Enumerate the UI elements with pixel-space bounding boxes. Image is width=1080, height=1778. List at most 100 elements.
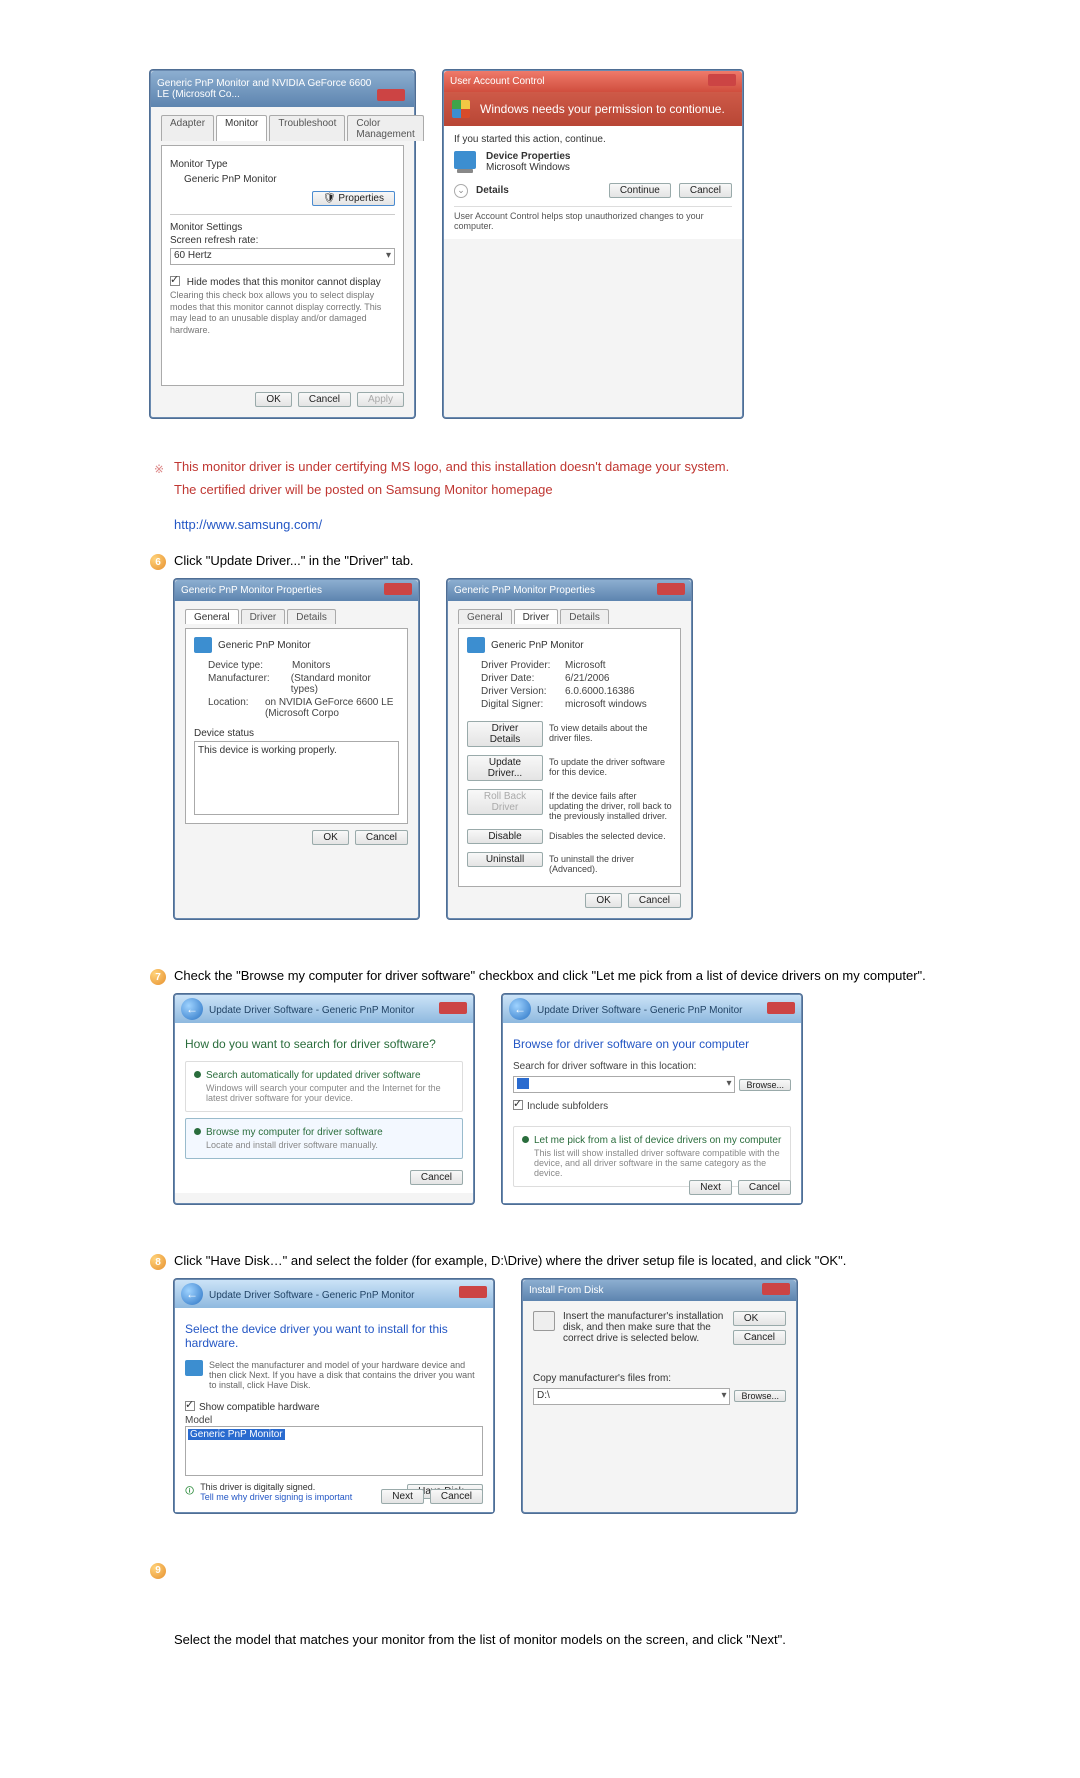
- browse-button[interactable]: Browse...: [739, 1079, 791, 1091]
- step-8-text: Click "Have Disk…" and select the folder…: [174, 1252, 940, 1271]
- search-location-label: Search for driver software in this locat…: [513, 1061, 791, 1072]
- signed-icon: 🛈: [185, 1484, 194, 1500]
- cancel-button[interactable]: Cancel: [738, 1180, 791, 1195]
- close-icon[interactable]: [657, 583, 685, 595]
- back-icon[interactable]: ←: [181, 998, 203, 1020]
- monitor-settings-label: Monitor Settings: [170, 221, 395, 233]
- radio-icon: [194, 1071, 201, 1078]
- top-screenshot-row: Generic PnP Monitor and NVIDIA GeForce 6…: [150, 70, 940, 418]
- titlebar: Generic PnP Monitor and NVIDIA GeForce 6…: [151, 71, 414, 107]
- uac-app-name: Device Properties: [486, 151, 571, 162]
- signed-text: This driver is digitally signed.: [200, 1482, 315, 1492]
- tab-monitor[interactable]: Monitor: [216, 115, 267, 141]
- model-col-header: Model: [185, 1415, 483, 1426]
- tab-driver[interactable]: Driver: [514, 609, 559, 624]
- breadcrumb: Update Driver Software - Generic PnP Mon…: [209, 1005, 414, 1016]
- window-title: Generic PnP Monitor Properties: [181, 585, 322, 596]
- wizard-sub: Select the manufacturer and model of you…: [209, 1360, 483, 1390]
- properties-button[interactable]: 🛡 Properties: [312, 191, 395, 206]
- monitor-icon: [467, 637, 485, 653]
- tab-details[interactable]: Details: [560, 609, 609, 624]
- window-controls: [708, 74, 736, 89]
- model-list[interactable]: Generic PnP Monitor: [185, 1426, 483, 1476]
- step-9-text: Select the model that matches your monit…: [174, 1631, 940, 1650]
- include-subfolders-checkbox[interactable]: [513, 1100, 523, 1110]
- chevron-down-icon[interactable]: ⌄: [454, 184, 468, 198]
- step-7-text: Check the "Browse my computer for driver…: [174, 967, 940, 986]
- ok-button[interactable]: OK: [255, 392, 291, 407]
- ok-button[interactable]: OK: [733, 1311, 786, 1326]
- rollback-driver-button[interactable]: Roll Back Driver: [467, 789, 543, 815]
- tab-general[interactable]: General: [458, 609, 512, 624]
- tab-driver[interactable]: Driver: [241, 609, 286, 624]
- browse-button[interactable]: Browse...: [734, 1390, 786, 1402]
- step-marker-7: 7: [150, 969, 166, 985]
- monitor-icon: [194, 637, 212, 653]
- tab-general[interactable]: General: [185, 609, 239, 624]
- cancel-button[interactable]: Cancel: [298, 392, 351, 407]
- cancel-button[interactable]: Cancel: [430, 1489, 483, 1504]
- uac-footer: User Account Control helps stop unauthor…: [454, 206, 732, 231]
- monitor-type-value: Generic PnP Monitor: [170, 172, 395, 191]
- tab-troubleshoot[interactable]: Troubleshoot: [269, 115, 345, 141]
- step-7: 7 Check the "Browse my computer for driv…: [150, 967, 940, 1204]
- close-icon[interactable]: [439, 1002, 467, 1014]
- driver-details-button[interactable]: Driver Details: [467, 721, 543, 747]
- wizard-select-model: ← Update Driver Software - Generic PnP Mo…: [174, 1279, 494, 1513]
- option-search-auto[interactable]: Search automatically for updated driver …: [185, 1061, 463, 1112]
- hide-modes-checkbox[interactable]: [170, 276, 180, 286]
- close-icon[interactable]: [459, 1286, 487, 1298]
- back-icon[interactable]: ←: [181, 1283, 203, 1305]
- cancel-button[interactable]: Cancel: [679, 183, 732, 198]
- drive-path-input[interactable]: D:\: [533, 1388, 730, 1405]
- window-title: User Account Control: [450, 76, 545, 87]
- cancel-button[interactable]: Cancel: [355, 830, 408, 845]
- close-icon[interactable]: [762, 1283, 790, 1295]
- option-pick-from-list[interactable]: Let me pick from a list of device driver…: [513, 1126, 791, 1187]
- certification-note: ※ This monitor driver is under certifyin…: [150, 458, 940, 533]
- tab-color[interactable]: Color Management: [347, 115, 423, 141]
- next-button[interactable]: Next: [689, 1180, 732, 1195]
- step-marker-9: 9: [150, 1563, 166, 1579]
- samsung-link[interactable]: http://www.samsung.com/: [174, 517, 322, 532]
- path-input[interactable]: [513, 1076, 735, 1093]
- uac-publisher: Microsoft Windows: [486, 162, 571, 173]
- uninstall-button[interactable]: Uninstall: [467, 852, 543, 867]
- close-icon[interactable]: [384, 583, 412, 595]
- step-marker-8: 8: [150, 1254, 166, 1270]
- close-icon[interactable]: [708, 74, 736, 86]
- ok-button[interactable]: OK: [312, 830, 348, 845]
- window-title: Install From Disk: [529, 1285, 603, 1296]
- radio-icon: [194, 1128, 201, 1135]
- refresh-rate-select[interactable]: 60 Hertz: [170, 248, 395, 265]
- cancel-button[interactable]: Cancel: [410, 1170, 463, 1185]
- disk-icon: [533, 1311, 555, 1331]
- next-button[interactable]: Next: [381, 1489, 424, 1504]
- monitor-icon: [185, 1360, 203, 1376]
- step-marker-6: 6: [150, 554, 166, 570]
- step-6: 6 Click "Update Driver..." in the "Drive…: [150, 552, 940, 919]
- close-icon[interactable]: [377, 89, 405, 101]
- back-icon[interactable]: ←: [509, 998, 531, 1020]
- window-title: Generic PnP Monitor and NVIDIA GeForce 6…: [157, 78, 377, 100]
- signing-link[interactable]: Tell me why driver signing is important: [200, 1492, 352, 1502]
- uac-details-label[interactable]: Details: [476, 185, 601, 196]
- cancel-button[interactable]: Cancel: [733, 1330, 786, 1345]
- continue-button[interactable]: Continue: [609, 183, 671, 198]
- compat-checkbox[interactable]: [185, 1401, 195, 1411]
- option-browse-computer[interactable]: Browse my computer for driver software L…: [185, 1118, 463, 1159]
- cancel-button[interactable]: Cancel: [628, 893, 681, 908]
- note-line-2: The certified driver will be posted on S…: [174, 481, 940, 500]
- properties-general-dialog: Generic PnP Monitor Properties General D…: [174, 579, 419, 919]
- tab-details[interactable]: Details: [287, 609, 336, 624]
- apply-button[interactable]: Apply: [357, 392, 404, 407]
- tab-adapter[interactable]: Adapter: [161, 115, 214, 141]
- breadcrumb: Update Driver Software - Generic PnP Mon…: [209, 1290, 414, 1301]
- refresh-rate-label: Screen refresh rate:: [170, 235, 395, 246]
- disable-button[interactable]: Disable: [467, 829, 543, 844]
- close-icon[interactable]: [767, 1002, 795, 1014]
- update-driver-button[interactable]: Update Driver...: [467, 755, 543, 781]
- list-item[interactable]: Generic PnP Monitor: [188, 1429, 285, 1440]
- ok-button[interactable]: OK: [585, 893, 621, 908]
- tab-strip: Adapter Monitor Troubleshoot Color Manag…: [161, 115, 404, 141]
